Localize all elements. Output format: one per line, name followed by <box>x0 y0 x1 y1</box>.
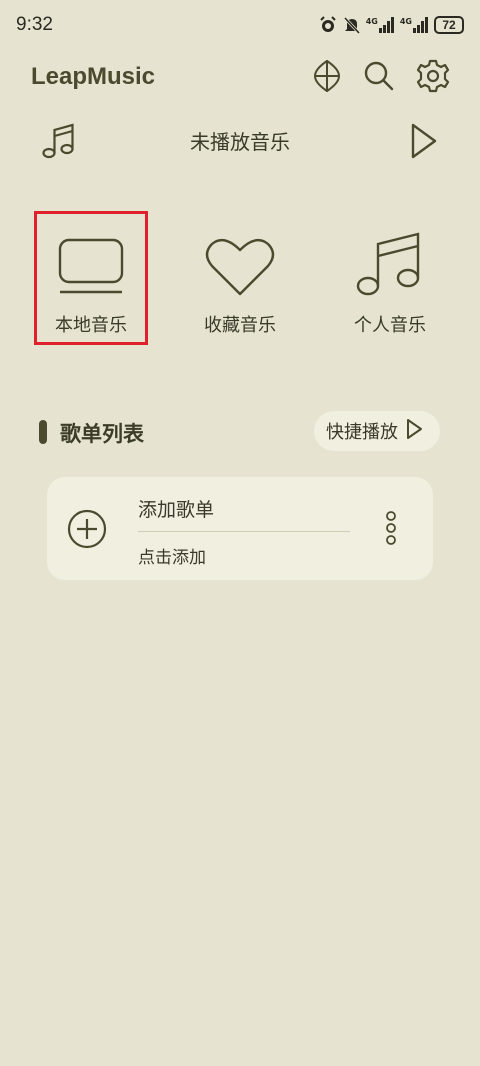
shortcut-favorite-music[interactable]: 收藏音乐 <box>184 214 296 344</box>
playlist-card-subtitle: 点击添加 <box>138 548 206 568</box>
app-title: LeapMusic <box>31 63 156 90</box>
add-circle-icon[interactable] <box>66 508 108 554</box>
alarm-icon <box>318 15 338 35</box>
more-options-icon[interactable] <box>381 511 401 549</box>
shuffle-button[interactable] <box>307 58 347 98</box>
section-accent-bar <box>39 420 47 444</box>
shortcut-personal-music[interactable]: 个人音乐 <box>334 214 446 344</box>
playlist-card-title: 添加歌单 <box>138 499 215 521</box>
play-icon <box>404 417 424 445</box>
shortcut-local-music[interactable]: 本地音乐 <box>35 214 147 344</box>
app-header: LeapMusic <box>0 54 480 104</box>
signal-icon-2: 4G <box>400 17 429 33</box>
shuffle-icon <box>312 59 342 97</box>
quick-play-button[interactable]: 快捷播放 <box>314 411 440 451</box>
section-title: 歌单列表 <box>60 422 144 446</box>
shortcut-label: 收藏音乐 <box>204 315 276 336</box>
divider <box>138 531 350 532</box>
now-playing-bar[interactable]: 未播放音乐 <box>0 116 480 166</box>
local-music-icon <box>56 214 126 298</box>
quick-play-label: 快捷播放 <box>326 422 398 443</box>
search-icon <box>363 60 395 96</box>
status-bar: 9:32 4G 4G 72 <box>0 0 480 50</box>
music-note-icon <box>355 214 425 298</box>
settings-button[interactable] <box>413 58 453 98</box>
playlist-section-header: 歌单列表 快捷播放 <box>0 408 480 454</box>
mute-bell-icon <box>343 15 361 35</box>
signal-icon-1: 4G <box>366 17 395 33</box>
settings-icon <box>416 59 450 97</box>
status-time: 9:32 <box>16 14 53 35</box>
network-type-label: 4G <box>399 17 412 26</box>
heart-icon <box>204 214 276 298</box>
network-type-label: 4G <box>365 17 378 26</box>
search-button[interactable] <box>359 58 399 98</box>
battery-indicator: 72 <box>434 16 464 34</box>
status-icons: 4G 4G 72 <box>318 15 464 35</box>
shortcut-label: 个人音乐 <box>354 315 426 336</box>
shortcut-label: 本地音乐 <box>55 315 127 336</box>
add-playlist-card[interactable]: 添加歌单 点击添加 <box>47 477 433 580</box>
play-button[interactable] <box>406 120 440 166</box>
